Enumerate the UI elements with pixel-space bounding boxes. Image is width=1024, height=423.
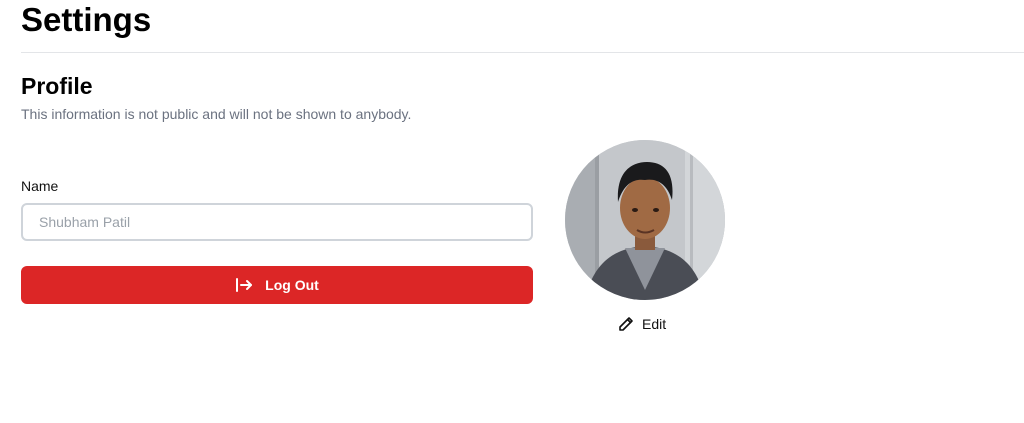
edit-button-label: Edit [642,316,667,332]
logout-button[interactable]: Log Out [21,266,533,304]
logout-button-label: Log Out [265,277,319,293]
avatar [565,140,725,300]
name-field-label: Name [21,178,59,194]
edit-avatar-button[interactable]: Edit [618,313,666,335]
logout-arrow-icon [235,278,253,292]
header-divider [21,52,1024,53]
page-title: Settings [21,1,152,38]
profile-section-subtitle: This information is not public and will … [21,106,412,122]
profile-section-title: Profile [21,73,93,99]
settings-page: Settings Profile This information is not… [0,0,1024,423]
name-input[interactable] [21,203,533,241]
pencil-icon [618,316,634,332]
